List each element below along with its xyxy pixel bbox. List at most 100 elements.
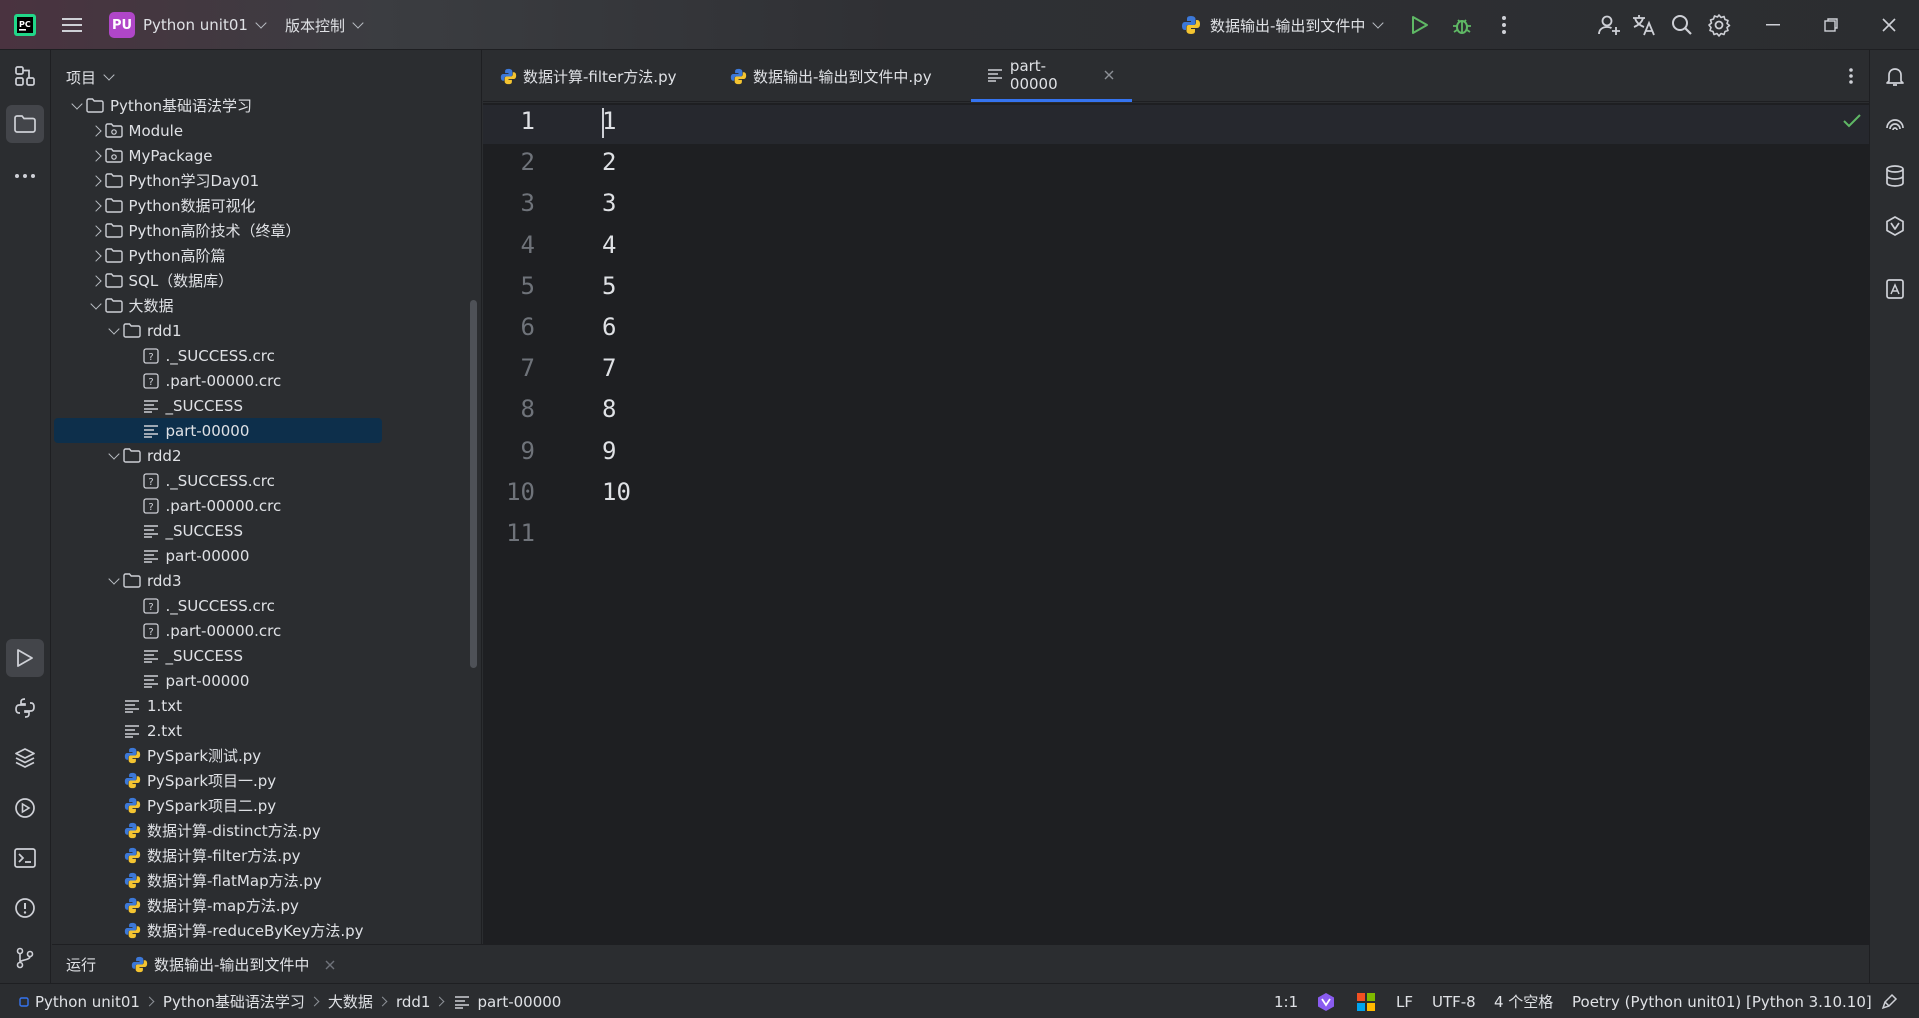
tree-item[interactable]: SQL（数据库） [52, 268, 233, 293]
run-config-selector[interactable]: 数据输出-输出到文件中 [1180, 0, 1385, 50]
sciview-icon[interactable] [1881, 212, 1909, 240]
tab-options-icon[interactable] [1843, 65, 1859, 87]
chevron-right-icon[interactable] [89, 199, 102, 212]
tree-item[interactable]: 大数据 [52, 293, 174, 318]
breadcrumb-item[interactable]: part-00000 [477, 993, 561, 1011]
python-interpreter[interactable]: Poetry (Python unit01) [Python 3.10.10] [1572, 984, 1872, 1018]
notifications-bell-icon[interactable] [1881, 62, 1909, 90]
tree-item[interactable]: ? .part-00000.crc [52, 368, 281, 393]
code-line[interactable]: 5 [602, 272, 616, 300]
tree-item[interactable]: Python高阶技术（终章） [52, 218, 301, 243]
chevron-right-icon[interactable] [89, 174, 102, 187]
tree-item[interactable]: ? ._SUCCESS.crc [52, 343, 275, 368]
tree-item[interactable]: _SUCCESS [52, 643, 243, 668]
tab-part-00000[interactable]: part-00000 [971, 50, 1132, 102]
tree-item[interactable]: PySpark测试.py [52, 743, 261, 768]
run-tab[interactable]: 数据输出-输出到文件中 [130, 945, 337, 984]
tree-item[interactable]: PySpark项目一.py [52, 768, 276, 793]
git-icon[interactable] [11, 944, 39, 972]
code-line[interactable]: 4 [602, 231, 616, 259]
app-logo-icon[interactable]: PC [12, 12, 38, 38]
tree-item[interactable]: part-00000 [52, 668, 249, 693]
ai-assistant-icon[interactable] [1881, 112, 1909, 140]
tree-item[interactable]: PySpark项目二.py [52, 793, 276, 818]
tree-item[interactable]: Python高阶篇 [52, 243, 226, 268]
read-only-lock-icon[interactable] [1880, 984, 1898, 1018]
tree-item[interactable]: _SUCCESS [52, 393, 243, 418]
settings-gear-icon[interactable] [1706, 12, 1732, 38]
chevron-down-icon[interactable] [89, 297, 102, 310]
minimize-icon[interactable] [1760, 12, 1786, 38]
tree-item[interactable]: 数据计算-reduceByKey方法.py [52, 918, 364, 943]
tree-item[interactable]: rdd2 [52, 443, 182, 468]
breadcrumb-item[interactable]: Python基础语法学习 [163, 991, 305, 1012]
more-tools-icon[interactable] [11, 162, 39, 190]
tree-item[interactable]: 1.txt [52, 693, 182, 718]
file-encoding[interactable]: UTF-8 [1432, 984, 1476, 1018]
tree-item[interactable]: ? .part-00000.crc [52, 493, 281, 518]
translate-icon[interactable] [1630, 12, 1658, 38]
line-separator[interactable]: LF [1396, 984, 1413, 1018]
tree-item[interactable]: Python学习Day01 [52, 168, 259, 193]
run-tool-label[interactable]: 运行 [66, 945, 96, 984]
tree-item[interactable]: Module [52, 118, 183, 143]
tree-item[interactable]: _SUCCESS [52, 518, 243, 543]
python-console-icon[interactable] [11, 694, 39, 722]
indent-setting[interactable]: 4 个空格 [1494, 984, 1553, 1018]
tree-item[interactable]: 数据计算-map方法.py [52, 893, 299, 918]
tree-item[interactable]: ? ._SUCCESS.crc [52, 593, 275, 618]
code-line[interactable]: 10 [602, 478, 631, 506]
documentation-icon[interactable] [1881, 275, 1909, 303]
run-icon[interactable] [1408, 13, 1432, 37]
tree-item[interactable]: ? ._SUCCESS.crc [52, 468, 275, 493]
code-with-me-icon[interactable] [1596, 12, 1622, 38]
tree-item[interactable]: part-00000 [52, 543, 249, 568]
project-switcher[interactable]: PU Python unit01 [109, 0, 267, 50]
restore-icon[interactable] [1818, 12, 1844, 38]
chevron-down-icon[interactable] [108, 447, 120, 460]
tree-item[interactable]: part-00000 [54, 418, 382, 443]
chevron-right-icon[interactable] [89, 224, 102, 237]
problems-icon[interactable] [11, 894, 39, 922]
close-run-tab-icon[interactable] [323, 958, 337, 972]
tree-item[interactable]: 数据计算-distinct方法.py [52, 818, 321, 843]
code-line[interactable]: 6 [602, 313, 616, 341]
tree-item[interactable]: ? .part-00000.crc [52, 618, 281, 643]
main-menu-icon[interactable] [60, 13, 84, 37]
project-panel-header[interactable]: 项目 [66, 67, 115, 88]
tree-item[interactable]: 数据计算-filter方法.py [52, 843, 300, 868]
python-packages-icon[interactable] [11, 744, 39, 772]
tree-item[interactable]: MyPackage [52, 143, 213, 168]
breadcrumb-item[interactable]: 大数据 [328, 991, 373, 1012]
structure-icon[interactable] [11, 62, 39, 90]
caret-position[interactable]: 1:1 [1274, 984, 1298, 1018]
close-window-icon[interactable] [1876, 12, 1902, 38]
tab-output-to-file-py[interactable]: 数据输出-输出到文件中.py [713, 50, 948, 102]
debug-icon[interactable] [1450, 13, 1474, 37]
chevron-down-icon[interactable] [108, 322, 120, 335]
terminal-icon[interactable] [11, 844, 39, 872]
vcs-menu[interactable]: 版本控制 [285, 0, 364, 50]
tree-item[interactable]: Python基础语法学习 [52, 93, 252, 118]
more-actions-icon[interactable] [1494, 13, 1514, 37]
tree-item[interactable]: 数据计算-flatMap方法.py [52, 868, 322, 893]
database-icon[interactable] [1881, 162, 1909, 190]
code-line[interactable]: 2 [602, 148, 616, 176]
code-line[interactable]: 9 [602, 437, 616, 465]
chevron-right-icon[interactable] [89, 274, 102, 287]
chevron-down-icon[interactable] [108, 572, 120, 585]
close-tab-icon[interactable] [1103, 68, 1116, 82]
chevron-right-icon[interactable] [89, 124, 102, 137]
plugin-status-icon[interactable] [1316, 984, 1336, 1018]
code-line[interactable]: 1 [602, 107, 616, 135]
tree-item[interactable]: rdd1 [52, 318, 182, 343]
project-folder-icon[interactable] [6, 105, 44, 143]
chevron-right-icon[interactable] [89, 149, 102, 162]
code-line[interactable]: 7 [602, 354, 616, 382]
windows-icon[interactable] [1357, 984, 1375, 1018]
editor-area[interactable] [483, 103, 1869, 944]
tree-item[interactable]: rdd3 [52, 568, 182, 593]
tree-item[interactable]: 2.txt [52, 718, 182, 743]
breadcrumb-item[interactable]: rdd1 [396, 993, 431, 1011]
search-icon[interactable] [1669, 12, 1695, 38]
